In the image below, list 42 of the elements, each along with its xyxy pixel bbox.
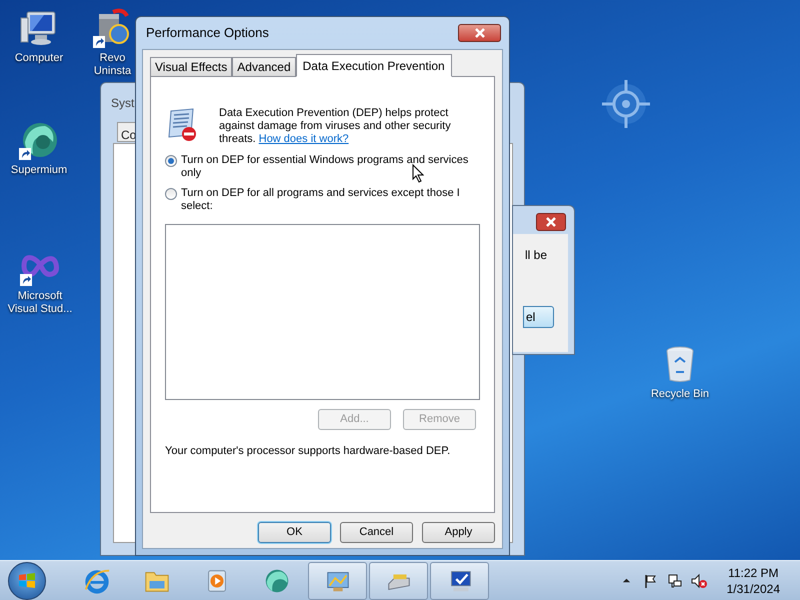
- close-button[interactable]: [458, 24, 501, 42]
- speaker-muted-icon[interactable]: [690, 572, 707, 588]
- dialog-title: Performance Options: [146, 24, 269, 42]
- icon-label[interactable]: Supermium: [8, 164, 70, 177]
- option-label[interactable]: Turn on DEP for all programs and services except those I select:: [181, 187, 480, 213]
- icon-label[interactable]: Recycle Bin: [644, 388, 716, 401]
- clock-time: 11:22 PM: [728, 564, 779, 580]
- four-pane-icon: [17, 570, 37, 590]
- dialog-button[interactable]: el: [523, 306, 554, 328]
- dialog-button[interactable]: Cancel: [340, 522, 413, 543]
- taskbar-button[interactable]: [369, 562, 428, 600]
- dialog-text: ll be: [525, 247, 548, 264]
- swirl-icon[interactable]: [19, 120, 59, 160]
- tab[interactable]: Data Execution Prevention: [296, 54, 452, 77]
- shortcut-arrow-icon: [20, 274, 32, 286]
- option-label[interactable]: Turn on DEP for essential Windows programs and services only: [181, 154, 480, 180]
- start-button[interactable]: [8, 562, 46, 600]
- status-text: Your computer's processor supports hardware-based DEP.: [165, 444, 452, 459]
- tab[interactable]: Advanced: [232, 57, 296, 76]
- close-icon: [474, 28, 484, 38]
- flag-icon[interactable]: [642, 572, 659, 588]
- radio-button[interactable]: [165, 155, 177, 167]
- shortcut-arrow-icon: [19, 148, 31, 160]
- clock-date: 1/31/2024: [726, 580, 780, 596]
- target-icon: [600, 78, 652, 130]
- network-icon[interactable]: [666, 572, 683, 588]
- icon-label[interactable]: Revo Uninsta: [90, 52, 135, 78]
- close-icon: [546, 217, 556, 227]
- dialog-button[interactable]: Apply: [422, 522, 495, 543]
- dialog-button[interactable]: OK: [258, 522, 331, 543]
- icon-label[interactable]: Computer: [8, 52, 70, 65]
- taskbar-button[interactable]: [430, 562, 489, 600]
- icon-label[interactable]: Microsoft Visual Stud...: [4, 290, 76, 316]
- window-title: Syst: [111, 95, 134, 112]
- tab[interactable]: Visual Effects: [150, 57, 232, 76]
- close-button[interactable]: [536, 213, 566, 231]
- help-link[interactable]: How does it work?: [258, 133, 349, 145]
- description: Data Execution Prevention (DEP) helps protect against damage from viruses and other security threats. How does it work?: [219, 107, 452, 146]
- cursor-icon: [412, 164, 424, 183]
- shortcut-arrow-icon: [92, 36, 104, 48]
- radio-button[interactable]: [165, 188, 177, 200]
- taskbar-button[interactable]: [308, 562, 367, 600]
